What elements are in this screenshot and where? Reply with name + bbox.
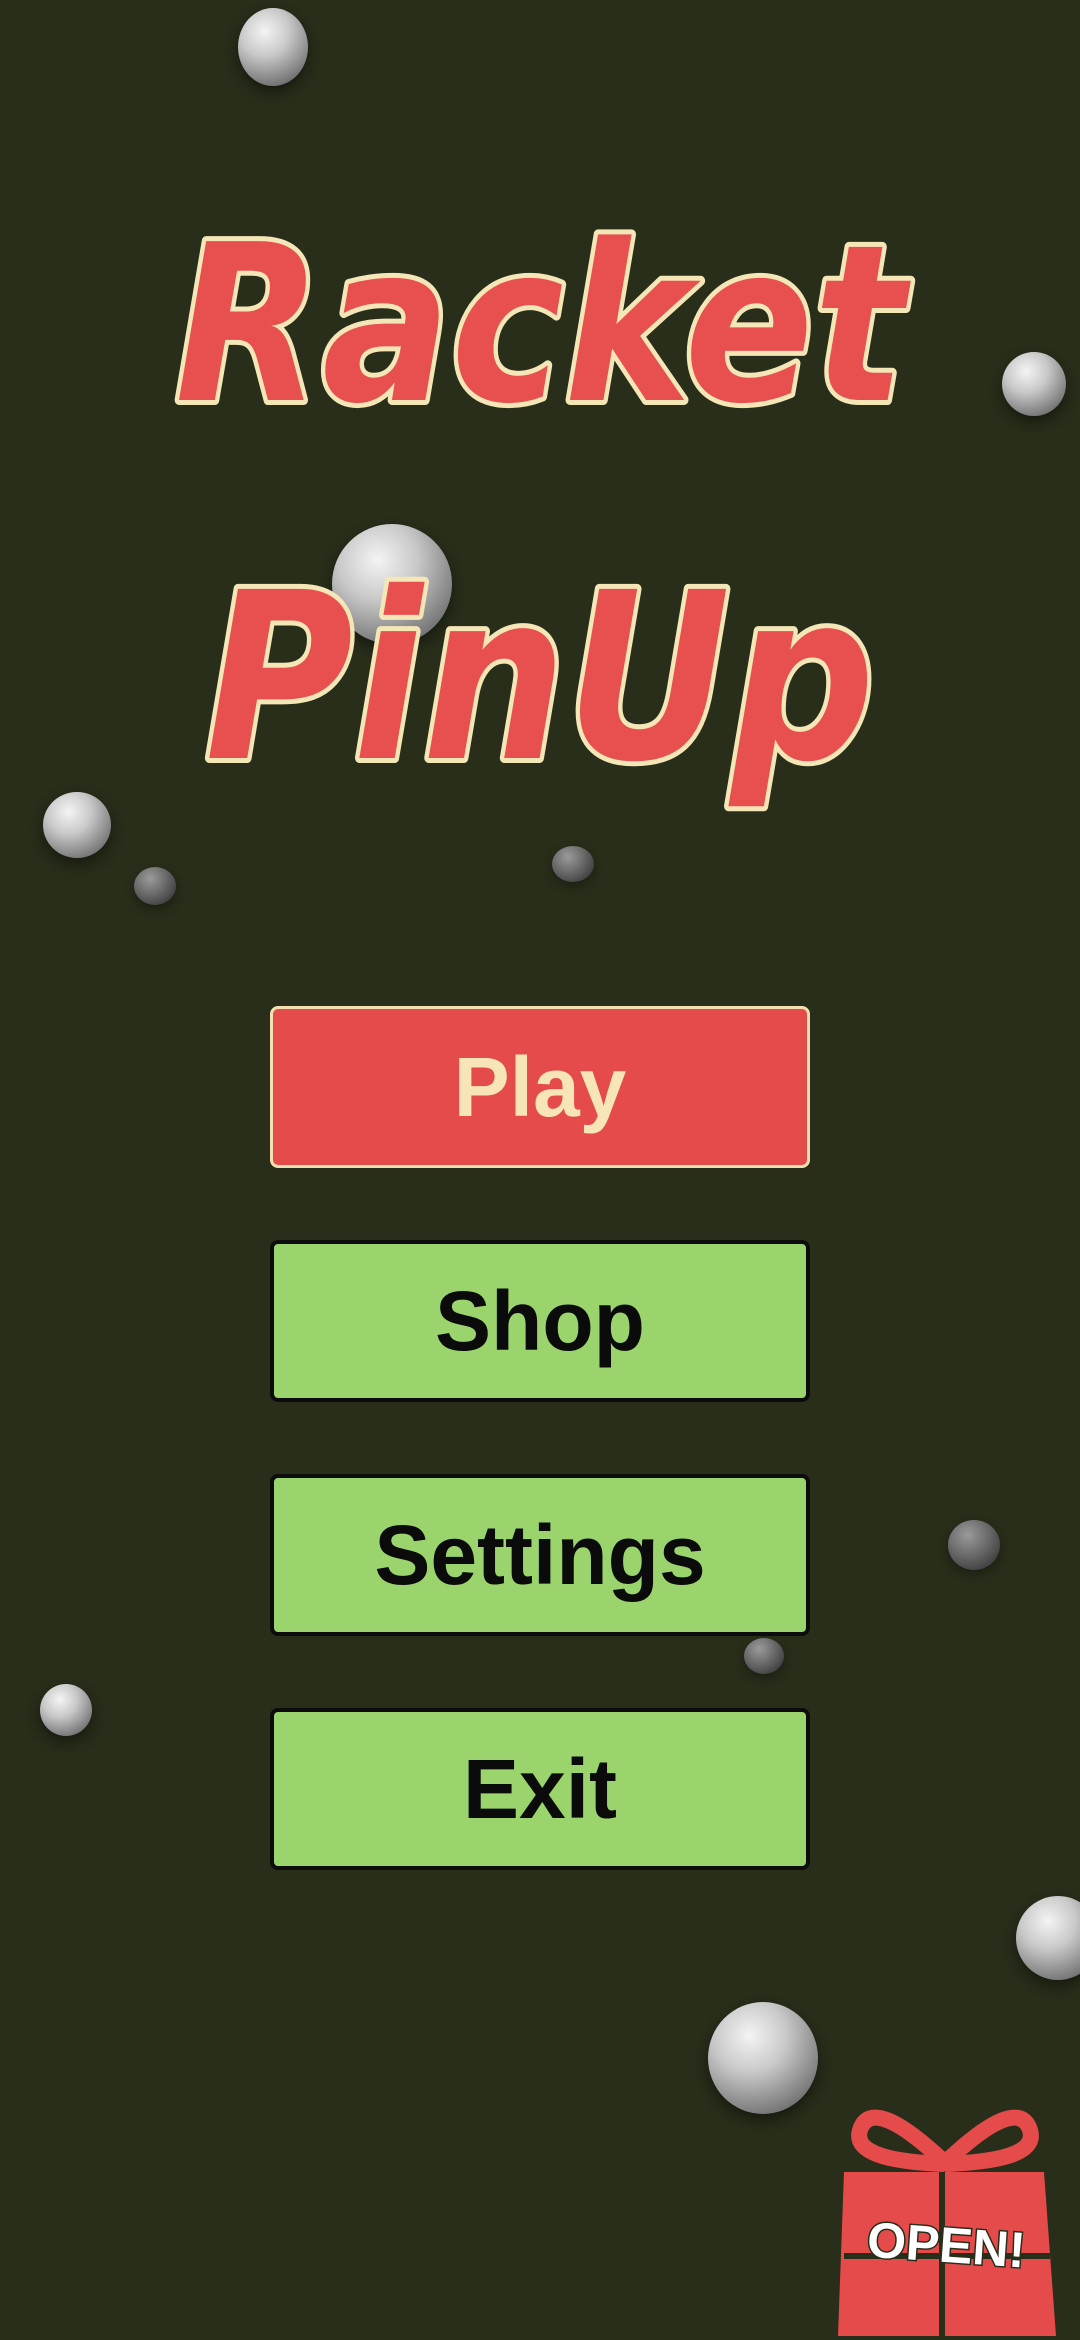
ball-decoration bbox=[948, 1520, 1000, 1570]
shop-button[interactable]: Shop bbox=[270, 1240, 810, 1402]
game-title: Racket PinUp bbox=[170, 194, 916, 818]
ball-decoration bbox=[744, 1638, 784, 1674]
settings-button[interactable]: Settings bbox=[270, 1474, 810, 1636]
play-button-label: Play bbox=[453, 1039, 627, 1134]
gift-open-label: OPEN! bbox=[865, 2212, 1027, 2279]
gift-box-icon: OPEN! bbox=[838, 2109, 1056, 2336]
shop-button-label: Shop bbox=[435, 1273, 645, 1368]
exit-button[interactable]: Exit bbox=[270, 1708, 810, 1870]
settings-button-label: Settings bbox=[374, 1507, 706, 1602]
exit-button-label: Exit bbox=[462, 1741, 618, 1836]
ball-decoration bbox=[1016, 1896, 1080, 1980]
title-line-2: PinUp bbox=[205, 543, 875, 813]
ball-decoration bbox=[708, 2002, 818, 2114]
ball-decoration bbox=[40, 1684, 92, 1736]
main-menu-screen: Racket PinUp Play Shop Settings Exit OPE… bbox=[0, 0, 1080, 2340]
gift-open-button[interactable]: OPEN! bbox=[830, 2090, 1060, 2340]
play-button[interactable]: Play bbox=[270, 1006, 810, 1168]
title-line-1: Racket bbox=[175, 199, 911, 452]
